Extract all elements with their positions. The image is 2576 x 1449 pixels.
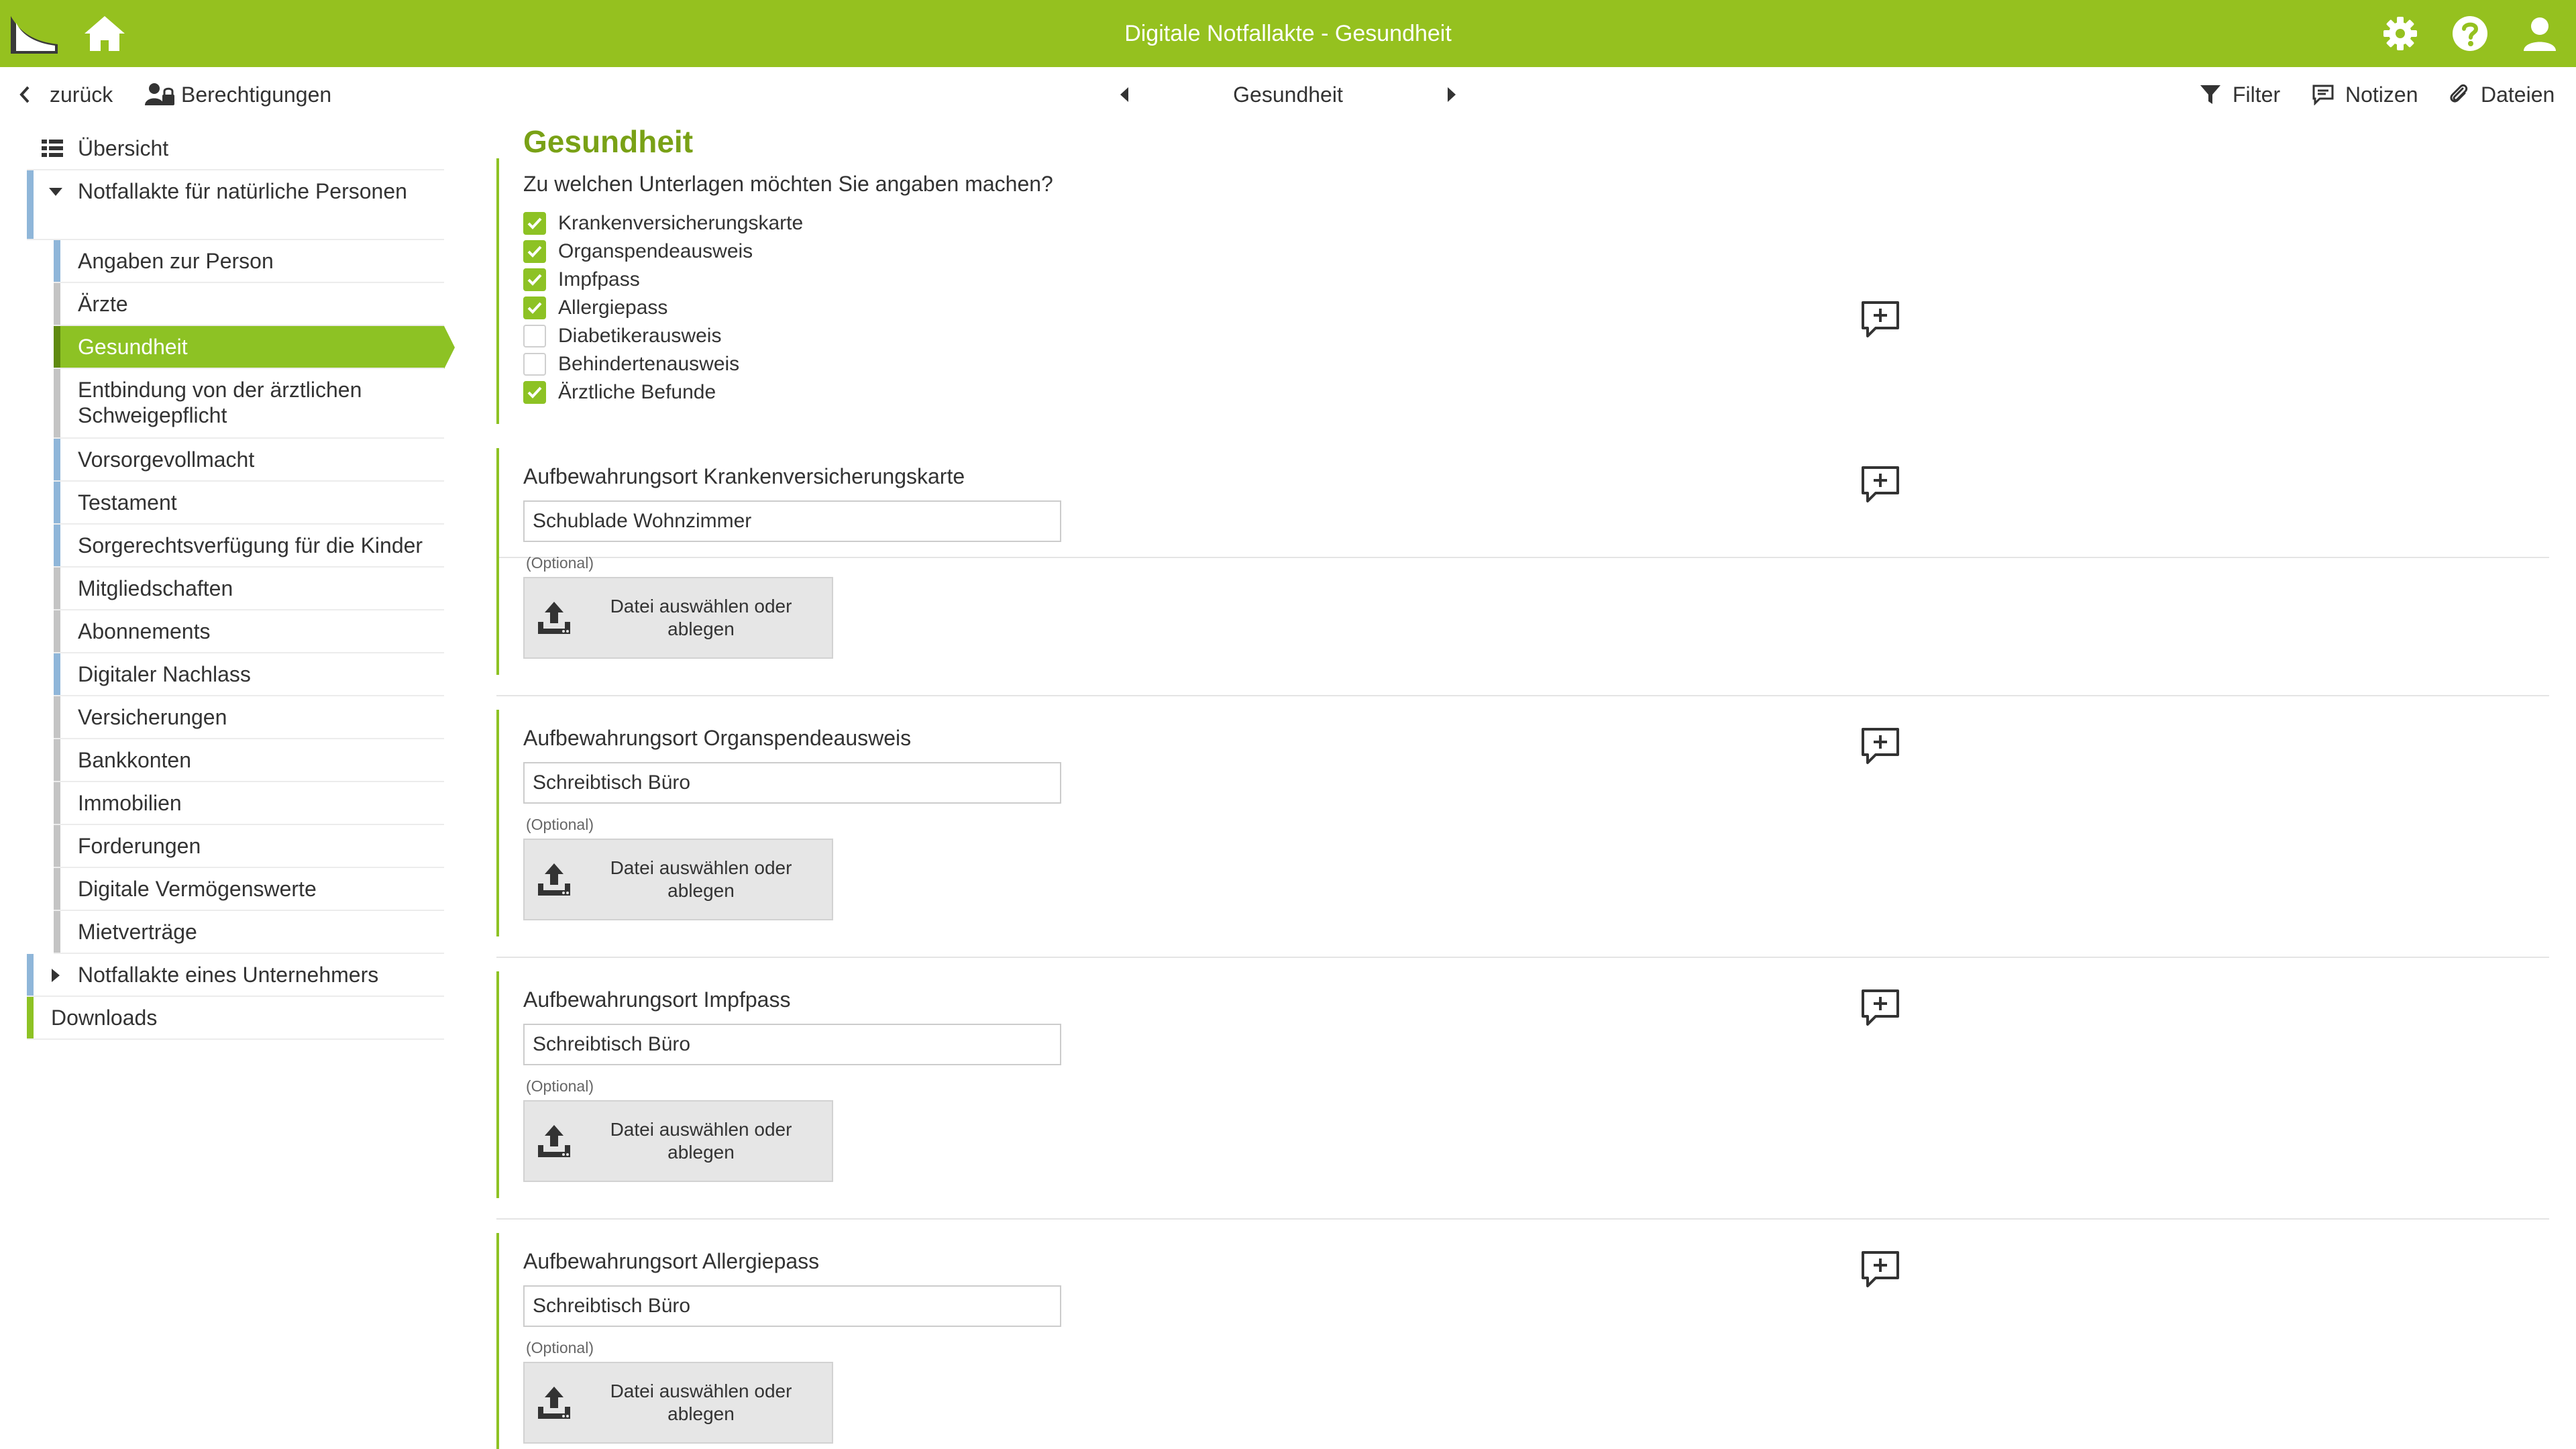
chevron-left-icon: [19, 86, 30, 103]
sidebar-item-label: Testament: [78, 490, 177, 515]
upload-label: Datei auswählen oder ablegen: [610, 596, 792, 639]
sidebar-item-versicherungen[interactable]: Versicherungen: [54, 696, 444, 739]
sidebar-item-label: Entbindung von der ärztlichen Schweigepf…: [78, 378, 362, 427]
add-comment-icon[interactable]: [1860, 1249, 1901, 1291]
storage-location-input[interactable]: [523, 500, 1061, 542]
sidebar-item-testament[interactable]: Testament: [54, 482, 444, 525]
sidebar-item-label: Abonnements: [78, 619, 211, 643]
sidebar-item-label: Immobilien: [78, 790, 182, 815]
field-label: Aufbewahrungsort Organspendeausweis: [523, 726, 912, 750]
storage-location-input[interactable]: [523, 1285, 1061, 1327]
sidebar-group-label: Notfallakte eines Unternehmers: [78, 962, 379, 987]
storage-location-input[interactable]: [523, 1024, 1061, 1065]
storage-section-allergiepass: Aufbewahrungsort Allergiepass (Optional)…: [496, 1220, 2549, 1449]
sidebar-item-abonnements[interactable]: Abonnements: [54, 610, 444, 653]
storage-section-impfpass: Aufbewahrungsort Impfpass (Optional) Dat…: [496, 958, 2549, 1220]
sidebar-item-label: Mitgliedschaften: [78, 576, 233, 600]
upload-label: Datei auswählen oder ablegen: [610, 1119, 792, 1163]
sidebar-item-label: Sorgerechtsverfügung für die Kinder: [78, 533, 423, 557]
sidebar-group-entrepreneur[interactable]: Notfallakte eines Unternehmers: [27, 954, 444, 997]
sidebar-item-label: Digitale Vermögenswerte: [78, 876, 317, 901]
optional-label: (Optional): [526, 816, 594, 833]
field-label: Aufbewahrungsort Impfpass: [523, 987, 791, 1012]
upload-icon: [538, 1387, 570, 1419]
sidebar-item-label: Vorsorgevollmacht: [78, 447, 255, 472]
add-comment-icon[interactable]: [1860, 464, 1901, 506]
sidebar-item-overview[interactable]: Übersicht: [27, 127, 444, 170]
caret-down-icon: [49, 188, 62, 196]
field-label: Aufbewahrungsort Allergiepass: [523, 1249, 820, 1273]
caret-right-icon: [52, 969, 60, 982]
sidebar-item-vorsorgevollmacht[interactable]: Vorsorgevollmacht: [54, 439, 444, 482]
sidebar-subitems: Angaben zur Person Ärzte Gesundheit Entb…: [27, 240, 455, 954]
sidebar-item-digitale-vermoegenswerte[interactable]: Digitale Vermögenswerte: [54, 868, 444, 911]
upload-label: Datei auswählen oder ablegen: [610, 857, 792, 901]
sidebar-item-bankkonten[interactable]: Bankkonten: [54, 739, 444, 782]
file-upload-button[interactable]: Datei auswählen oder ablegen: [523, 1100, 833, 1182]
storage-section-organspendeausweis: Aufbewahrungsort Organspendeausweis (Opt…: [496, 696, 2549, 958]
storage-sections: Aufbewahrungsort Krankenversicherungskar…: [496, 0, 2549, 1449]
sidebar-item-angaben-zur-person[interactable]: Angaben zur Person: [54, 240, 444, 283]
storage-section-krankenversicherungskarte: Aufbewahrungsort Krankenversicherungskar…: [496, 435, 2549, 696]
user-lock-icon: [145, 83, 174, 105]
upload-icon: [538, 863, 570, 896]
list-icon: [42, 140, 63, 157]
optional-label: (Optional): [526, 1339, 594, 1356]
sidebar-item-label: Digitaler Nachlass: [78, 661, 251, 686]
upload-icon: [538, 602, 570, 634]
add-comment-icon[interactable]: [1860, 726, 1901, 767]
sidebar-item-immobilien[interactable]: Immobilien: [54, 782, 444, 825]
sidebar-item-sorgerechtsverfuegung[interactable]: Sorgerechtsverfügung für die Kinder: [54, 525, 444, 568]
upload-icon: [538, 1125, 570, 1157]
sidebar-item-digitaler-nachlass[interactable]: Digitaler Nachlass: [54, 653, 444, 696]
sidebar-item-mitgliedschaften[interactable]: Mitgliedschaften: [54, 568, 444, 610]
sidebar-item-gesundheit[interactable]: Gesundheit: [54, 326, 455, 369]
back-label: zurück: [50, 82, 113, 107]
sidebar-item-mietvertraege[interactable]: Mietverträge: [54, 911, 444, 954]
sidebar-item-label: Mietverträge: [78, 919, 197, 944]
sidebar-item-label: Angaben zur Person: [78, 248, 274, 273]
add-comment-icon[interactable]: [1860, 987, 1901, 1029]
sidebar-item-label: Versicherungen: [78, 704, 227, 729]
sidebar-item-label: Bankkonten: [78, 747, 192, 772]
file-upload-button[interactable]: Datei auswählen oder ablegen: [523, 577, 833, 659]
sidebar-group-natural-persons[interactable]: Notfallakte für natürliche Personen: [27, 170, 444, 240]
file-upload-button[interactable]: Datei auswählen oder ablegen: [523, 839, 833, 920]
sidebar-item-schweigepflicht[interactable]: Entbindung von der ärztlichen Schweigepf…: [54, 369, 444, 439]
sidebar: Übersicht Notfallakte für natürliche Per…: [27, 127, 455, 1040]
sidebar-group-label: Notfallakte für natürliche Personen: [78, 179, 407, 203]
file-upload-button[interactable]: Datei auswählen oder ablegen: [523, 1362, 833, 1444]
sidebar-item-label: Ärzte: [78, 291, 128, 316]
sidebar-item-downloads[interactable]: Downloads: [27, 997, 444, 1040]
optional-label: (Optional): [526, 1077, 594, 1095]
back-button[interactable]: zurück: [17, 67, 113, 122]
upload-label: Datei auswählen oder ablegen: [610, 1381, 792, 1424]
field-label: Aufbewahrungsort Krankenversicherungskar…: [523, 464, 965, 488]
storage-location-input[interactable]: [523, 762, 1061, 804]
sidebar-item-label: Forderungen: [78, 833, 201, 858]
sidebar-item-label: Übersicht: [78, 136, 169, 160]
sidebar-item-forderungen[interactable]: Forderungen: [54, 825, 444, 868]
optional-label: (Optional): [526, 554, 594, 572]
sidebar-item-label: Gesundheit: [78, 334, 188, 359]
permissions-button[interactable]: Berechtigungen: [145, 67, 331, 122]
sidebar-item-label: Downloads: [51, 1005, 158, 1030]
sidebar-item-aerzte[interactable]: Ärzte: [54, 283, 444, 326]
permissions-label: Berechtigungen: [181, 82, 332, 107]
